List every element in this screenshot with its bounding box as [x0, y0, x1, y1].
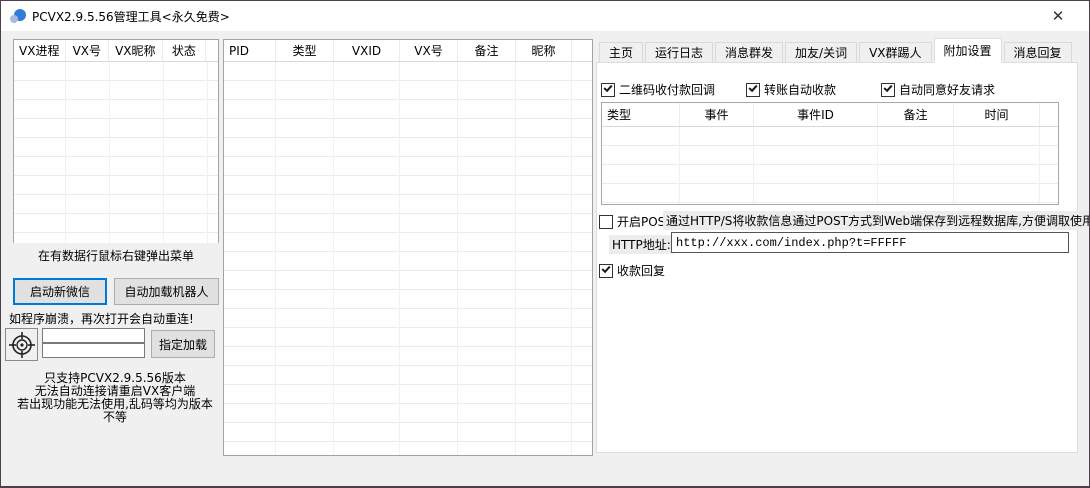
column-header: 备注 — [458, 40, 516, 61]
qrcode-callback-checkbox[interactable]: 二维码收付款回调 — [601, 81, 715, 98]
tab-group-kick[interactable]: VX群踢人 — [859, 42, 931, 63]
column-header: 时间 — [954, 103, 1040, 126]
column-header: VX进程 — [14, 40, 66, 61]
column-header: 状态 — [163, 40, 207, 61]
grid-column — [276, 62, 334, 455]
column-header: VXID — [334, 40, 400, 61]
tab-message-reply[interactable]: 消息回复 — [1004, 42, 1072, 63]
grid-column — [400, 62, 458, 455]
target-input-2[interactable] — [42, 343, 145, 358]
post-description: 通过HTTP/S将收款信息通过POST方式到Web端保存到远程数据库,方便调取使… — [663, 211, 1090, 230]
checkbox-label: 自动同意好友请求 — [899, 81, 995, 98]
crash-note: 如程序崩溃，再次打开会自动重连! — [9, 310, 194, 327]
checkbox-label: 转账自动收款 — [764, 81, 836, 98]
event-table[interactable]: 类型 事件 事件ID 备注 时间 — [601, 102, 1059, 205]
vx-session-table-header: VX进程 VX号 VX昵称 状态 — [14, 40, 218, 62]
column-header: PID — [224, 40, 276, 61]
start-new-wechat-button[interactable]: 启动新微信 — [13, 278, 107, 305]
column-header: 昵称 — [516, 40, 572, 61]
grid-column — [680, 127, 754, 204]
column-header: 备注 — [878, 103, 954, 126]
event-table-header: 类型 事件 事件ID 备注 时间 — [602, 103, 1058, 127]
auto-collect-transfer-checkbox[interactable]: 转账自动收款 — [746, 81, 836, 98]
process-table-header: PID 类型 VXID VX号 备注 昵称 — [224, 40, 592, 62]
column-header — [206, 40, 218, 61]
checkbox-icon — [601, 83, 615, 97]
grid-column — [66, 62, 110, 243]
http-address-input[interactable] — [671, 232, 1069, 253]
window-title: PCVX2.9.5.56管理工具<永久免费> — [32, 8, 230, 25]
column-header: 事件ID — [754, 103, 878, 126]
checkbox-label: 收款回复 — [617, 262, 665, 279]
load-specified-button[interactable]: 指定加载 — [151, 330, 215, 358]
autoload-robot-button[interactable]: 自动加载机器人 — [114, 278, 219, 305]
title-bar: PCVX2.9.5.56管理工具<永久免费> ✕ — [1, 1, 1089, 31]
process-table-body — [224, 62, 592, 455]
grid-column — [754, 127, 878, 204]
checkbox-label: 二维码收付款回调 — [619, 81, 715, 98]
tab-extra-settings[interactable]: 附加设置 — [934, 38, 1002, 63]
checkbox-icon — [881, 83, 895, 97]
column-header: VX昵称 — [109, 40, 162, 61]
grid-column — [516, 62, 572, 455]
checkbox-icon — [599, 264, 613, 278]
column-header: 类型 — [602, 103, 680, 126]
grid-column — [602, 127, 680, 204]
column-header: VX号 — [400, 40, 458, 61]
app-window: PCVX2.9.5.56管理工具<永久免费> ✕ VX进程 VX号 VX昵称 状… — [0, 0, 1090, 488]
enable-post-checkbox[interactable]: 开启POST — [599, 213, 673, 230]
tab-add-friend[interactable]: 加友/关词 — [785, 42, 857, 63]
vx-session-table[interactable]: VX进程 VX号 VX昵称 状态 — [13, 39, 219, 243]
version-note-line: 不等 — [1, 411, 229, 424]
tab-mass-message[interactable]: 消息群发 — [715, 42, 783, 63]
grid-column — [458, 62, 516, 455]
auto-accept-friend-checkbox[interactable]: 自动同意好友请求 — [881, 81, 995, 98]
grid-column — [224, 62, 276, 455]
column-header: VX号 — [66, 40, 110, 61]
grid-column — [334, 62, 400, 455]
process-table[interactable]: PID 类型 VXID VX号 备注 昵称 — [223, 39, 593, 456]
grid-column — [878, 127, 954, 204]
http-address-label: HTTP地址: — [609, 235, 674, 254]
tab-run-log[interactable]: 运行日志 — [645, 42, 713, 63]
grid-column — [14, 62, 66, 243]
grid-column — [954, 127, 1040, 204]
checkbox-icon — [746, 83, 760, 97]
close-icon[interactable]: ✕ — [1035, 1, 1081, 31]
target-input-1[interactable] — [42, 328, 145, 343]
tab-home[interactable]: 主页 — [599, 42, 643, 63]
crosshair-icon — [9, 332, 35, 358]
column-header — [572, 40, 592, 61]
grid-column — [164, 62, 208, 243]
column-header: 事件 — [680, 103, 754, 126]
target-picker-button[interactable] — [5, 328, 38, 361]
column-header — [1040, 103, 1056, 126]
checkbox-icon — [599, 215, 613, 229]
payment-reply-checkbox[interactable]: 收款回复 — [599, 262, 665, 279]
app-logo-icon — [10, 8, 26, 24]
context-menu-hint: 在有数据行鼠标右键弹出菜单 — [7, 247, 225, 264]
tab-bar: 主页 运行日志 消息群发 加友/关词 VX群踢人 附加设置 消息回复 — [599, 41, 1074, 63]
vx-session-table-body — [14, 62, 218, 243]
column-header: 类型 — [276, 40, 334, 61]
event-table-body — [602, 127, 1058, 204]
grid-column — [110, 62, 164, 243]
